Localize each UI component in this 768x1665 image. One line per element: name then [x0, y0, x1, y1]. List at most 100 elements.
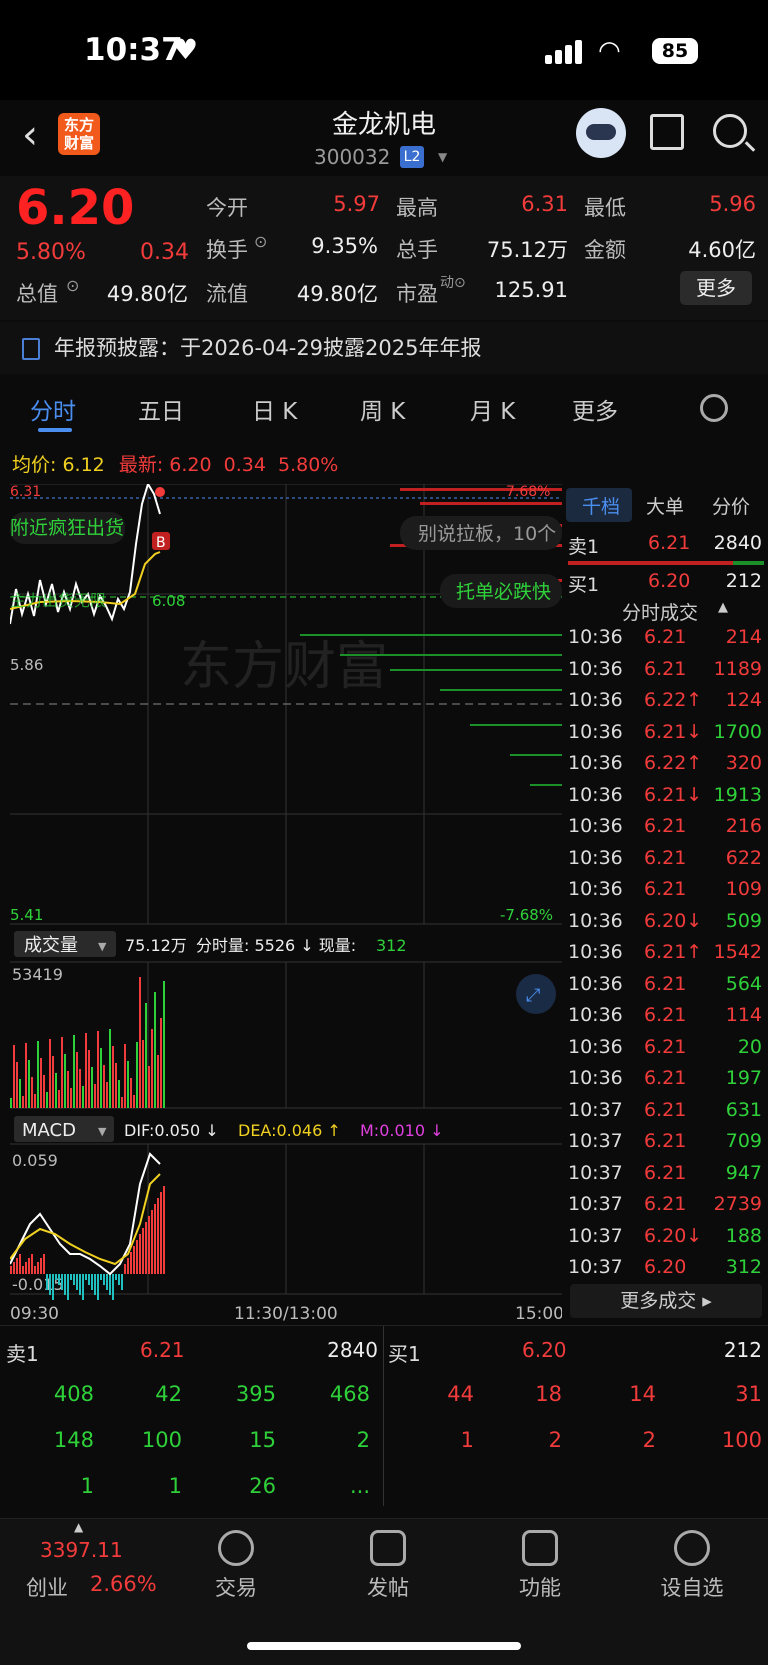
tab-more[interactable]: 更多 — [572, 392, 618, 426]
caret-up-icon: ▲ — [74, 1520, 84, 1534]
deal-volume: 1913 — [713, 783, 762, 806]
index-name[interactable]: 创业 — [26, 1572, 68, 1602]
macd-bar — [127, 1258, 129, 1274]
stat-label: 总手 — [396, 238, 438, 262]
level2-badge[interactable]: L2 — [400, 146, 424, 168]
chevron-down-icon[interactable]: ▼ — [438, 150, 447, 164]
volume-bar — [130, 1078, 132, 1108]
annual-report-notice[interactable]: 年报预披露：于2026-04-29披露2025年年报 — [0, 322, 768, 374]
tab-five-day[interactable]: 五日 — [138, 392, 184, 426]
deal-time: 10:37 — [568, 1098, 623, 1121]
deal-volume: 2739 — [713, 1193, 762, 1215]
macd-bar — [13, 1262, 15, 1274]
post-icon[interactable] — [370, 1530, 406, 1566]
volume-bar — [154, 992, 156, 1108]
buy-queue-cell: 100 — [721, 1428, 762, 1452]
deal-price: 6.21 — [644, 1004, 687, 1026]
volume-bars — [10, 977, 165, 1108]
share-icon[interactable] — [650, 114, 684, 150]
trade-icon[interactable] — [218, 1530, 254, 1566]
info-icon[interactable]: ⊙ — [254, 232, 267, 251]
deal-price: 6.21↑ — [644, 941, 703, 963]
tab-intraday[interactable]: 分时 — [30, 392, 76, 426]
volume-bar — [73, 1035, 75, 1108]
search-icon[interactable] — [713, 114, 747, 148]
info-icon[interactable]: ⊙ — [66, 276, 79, 295]
intraday-chart[interactable]: 东方财富 B 6.31 7.68% 5.86 5.41 -7.68% 6.08 … — [10, 484, 562, 1324]
deal-row: 10:36 6.21↓ 1913 — [566, 784, 768, 815]
tab-big-order[interactable]: 大单 — [646, 492, 684, 519]
nav-function[interactable]: 功能 — [490, 1572, 590, 1602]
deal-row: 10:37 6.21 2739 — [566, 1193, 768, 1224]
dynamic-info-icon[interactable]: 动⊙ — [440, 272, 466, 292]
deal-row: 10:36 6.21 197 — [566, 1067, 768, 1098]
volume-bar — [91, 1067, 93, 1108]
nav-post[interactable]: 发帖 — [338, 1572, 438, 1602]
deal-row: 10:36 6.21↑ 1542 — [566, 941, 768, 972]
deal-time: 10:36 — [568, 657, 623, 680]
macd-dif: DIF:0.050 ↓ — [124, 1121, 219, 1140]
sell1-label: 卖1 — [568, 536, 600, 558]
more-button[interactable]: 更多 — [680, 271, 752, 305]
deal-volume: 709 — [725, 1130, 762, 1152]
volume-bar — [124, 1044, 126, 1108]
volume-bar — [157, 1055, 159, 1108]
deal-price: 6.21 — [644, 846, 687, 869]
deal-row: 10:37 6.20↓ 188 — [566, 1225, 768, 1256]
deal-price: 6.22↑ — [644, 689, 703, 711]
stat-label: 今开 — [206, 196, 248, 220]
deal-price: 6.22↑ — [644, 752, 703, 774]
more-circle-icon[interactable] — [674, 1530, 710, 1566]
index-pct[interactable]: 2.66% — [90, 1572, 157, 1596]
deal-time: 10:36 — [568, 815, 623, 837]
deal-time: 10:36 — [568, 720, 623, 743]
macd-bar — [154, 1204, 156, 1274]
queue-buy1-label: 买1 — [388, 1342, 421, 1366]
index-value[interactable]: 3397.11 — [40, 1538, 123, 1562]
more-deals-button[interactable]: 更多成交 ▸ — [570, 1284, 762, 1318]
gear-icon[interactable] — [700, 394, 728, 422]
tab-depth-label: 千档 — [582, 496, 621, 518]
volume-bar — [22, 1096, 24, 1108]
stat-value: 9.35% — [311, 234, 378, 258]
deal-row: 10:37 6.21 631 — [566, 1099, 768, 1130]
last-pct: 5.80% — [277, 454, 339, 476]
deal-price: 6.21 — [644, 1193, 687, 1215]
deal-volume: 1189 — [713, 657, 762, 680]
tab-daily-k[interactable]: 日 K — [252, 392, 297, 426]
macd-bar — [88, 1274, 90, 1285]
stat-label: 最高 — [396, 196, 438, 220]
grid-icon[interactable] — [522, 1530, 558, 1566]
deal-price: 6.21 — [644, 1035, 687, 1058]
nav-watchlist[interactable]: 设自选 — [642, 1572, 742, 1602]
volume-bar — [16, 1062, 18, 1108]
stock-code: 300032 — [314, 145, 391, 169]
macd-bar — [28, 1258, 30, 1274]
volume-bar — [106, 1082, 108, 1108]
macd-bar — [163, 1186, 165, 1274]
sell-queue-cell: 1 — [168, 1474, 182, 1498]
deal-row: 10:36 6.21 622 — [566, 847, 768, 878]
macd-bar — [43, 1254, 45, 1274]
deals-title[interactable]: 分时成交 — [622, 598, 698, 625]
tab-price-split[interactable]: 分价 — [712, 492, 750, 519]
volume-total: 75.12万 — [125, 936, 187, 955]
nav-trade[interactable]: 交易 — [186, 1572, 286, 1602]
deal-volume: 1700 — [713, 720, 762, 743]
queue-buy1-vol: 212 — [723, 1338, 762, 1362]
stat-value: 4.60亿 — [688, 238, 756, 262]
stat-value: 6.31 — [521, 192, 568, 216]
deal-volume: 631 — [725, 1098, 762, 1121]
change-amount: 0.34 — [140, 240, 189, 265]
avg-price-label: 6.08 — [152, 592, 185, 610]
macd-bar — [94, 1274, 96, 1295]
sell1-price: 6.21 — [648, 532, 691, 554]
tab-monthly-k[interactable]: 月 K — [470, 392, 515, 426]
volume-bar — [115, 1063, 117, 1108]
chevron-up-icon[interactable]: ▲ — [718, 600, 728, 615]
volume-now: 312 — [376, 936, 407, 955]
buy-queue-cell: 44 — [447, 1382, 474, 1406]
axis-low: 5.41 — [10, 906, 43, 924]
robot-avatar-icon[interactable] — [576, 108, 626, 158]
tab-weekly-k[interactable]: 周 K — [360, 392, 405, 426]
